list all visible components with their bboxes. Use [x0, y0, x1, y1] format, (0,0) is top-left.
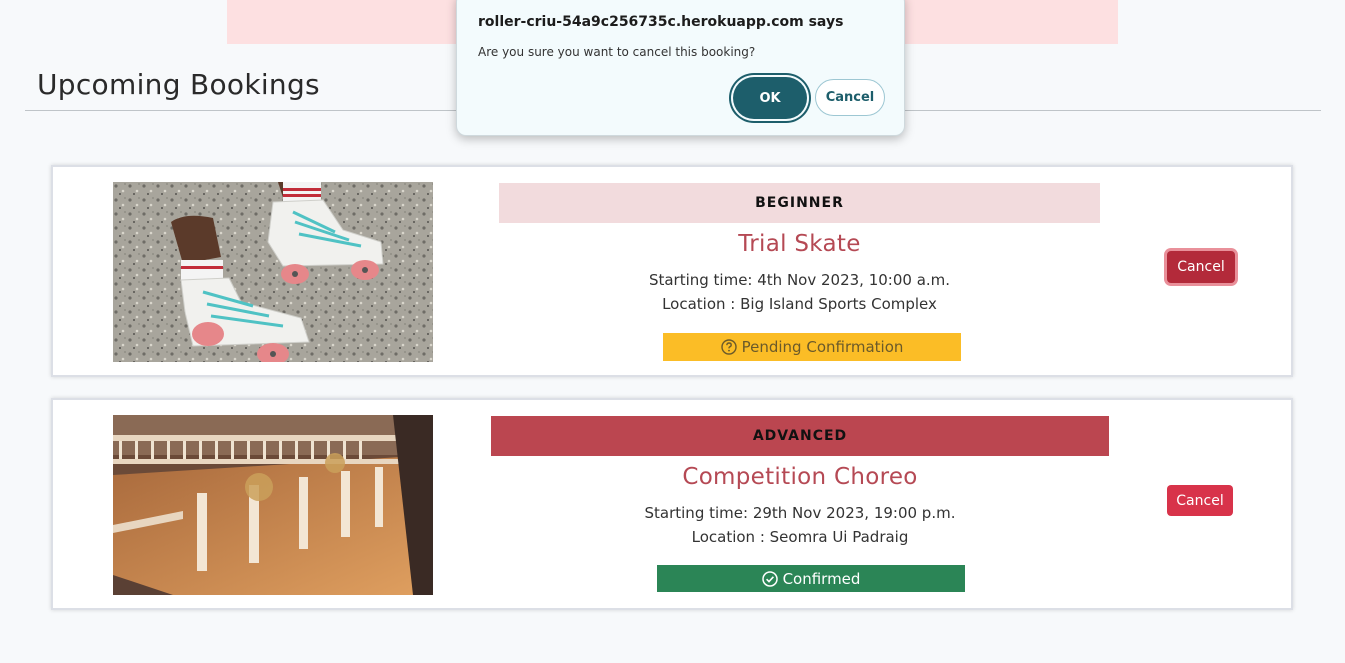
level-badge: BEGINNER — [499, 183, 1100, 223]
confirm-dialog: roller-criu-54a9c256735c.herokuapp.com s… — [456, 0, 905, 136]
page-title: Upcoming Bookings — [37, 68, 320, 101]
status-text: Confirmed — [782, 569, 861, 588]
cancel-booking-button[interactable]: Cancel — [1167, 251, 1235, 283]
level-badge: ADVANCED — [491, 416, 1109, 456]
status-badge: Confirmed — [657, 565, 965, 592]
question-circle-icon — [720, 339, 737, 355]
roller-skates-photo — [113, 182, 433, 362]
location: Location : Seomra Ui Padraig — [691, 528, 909, 546]
status-badge: Pending Confirmation — [663, 333, 961, 361]
class-title: Trial Skate — [738, 231, 861, 257]
dialog-ok-button[interactable]: OK — [733, 77, 807, 119]
location: Location : Big Island Sports Complex — [662, 295, 937, 313]
dialog-message: Are you sure you want to cancel this boo… — [478, 45, 756, 59]
starting-time: Starting time: 29th Nov 2023, 19:00 p.m. — [644, 504, 956, 522]
ballroom-hall-photo — [113, 415, 433, 595]
status-text: Pending Confirmation — [741, 338, 904, 356]
class-title: Competition Choreo — [682, 464, 918, 490]
dialog-title: roller-criu-54a9c256735c.herokuapp.com s… — [478, 14, 844, 30]
check-circle-icon — [761, 570, 778, 587]
booking-card: BEGINNER Trial Skate Starting time: 4th … — [51, 165, 1293, 377]
booking-card: ADVANCED Competition Choreo Starting tim… — [51, 398, 1293, 610]
cancel-booking-button[interactable]: Cancel — [1167, 485, 1233, 516]
starting-time: Starting time: 4th Nov 2023, 10:00 a.m. — [648, 271, 951, 289]
dialog-cancel-button[interactable]: Cancel — [815, 79, 885, 116]
